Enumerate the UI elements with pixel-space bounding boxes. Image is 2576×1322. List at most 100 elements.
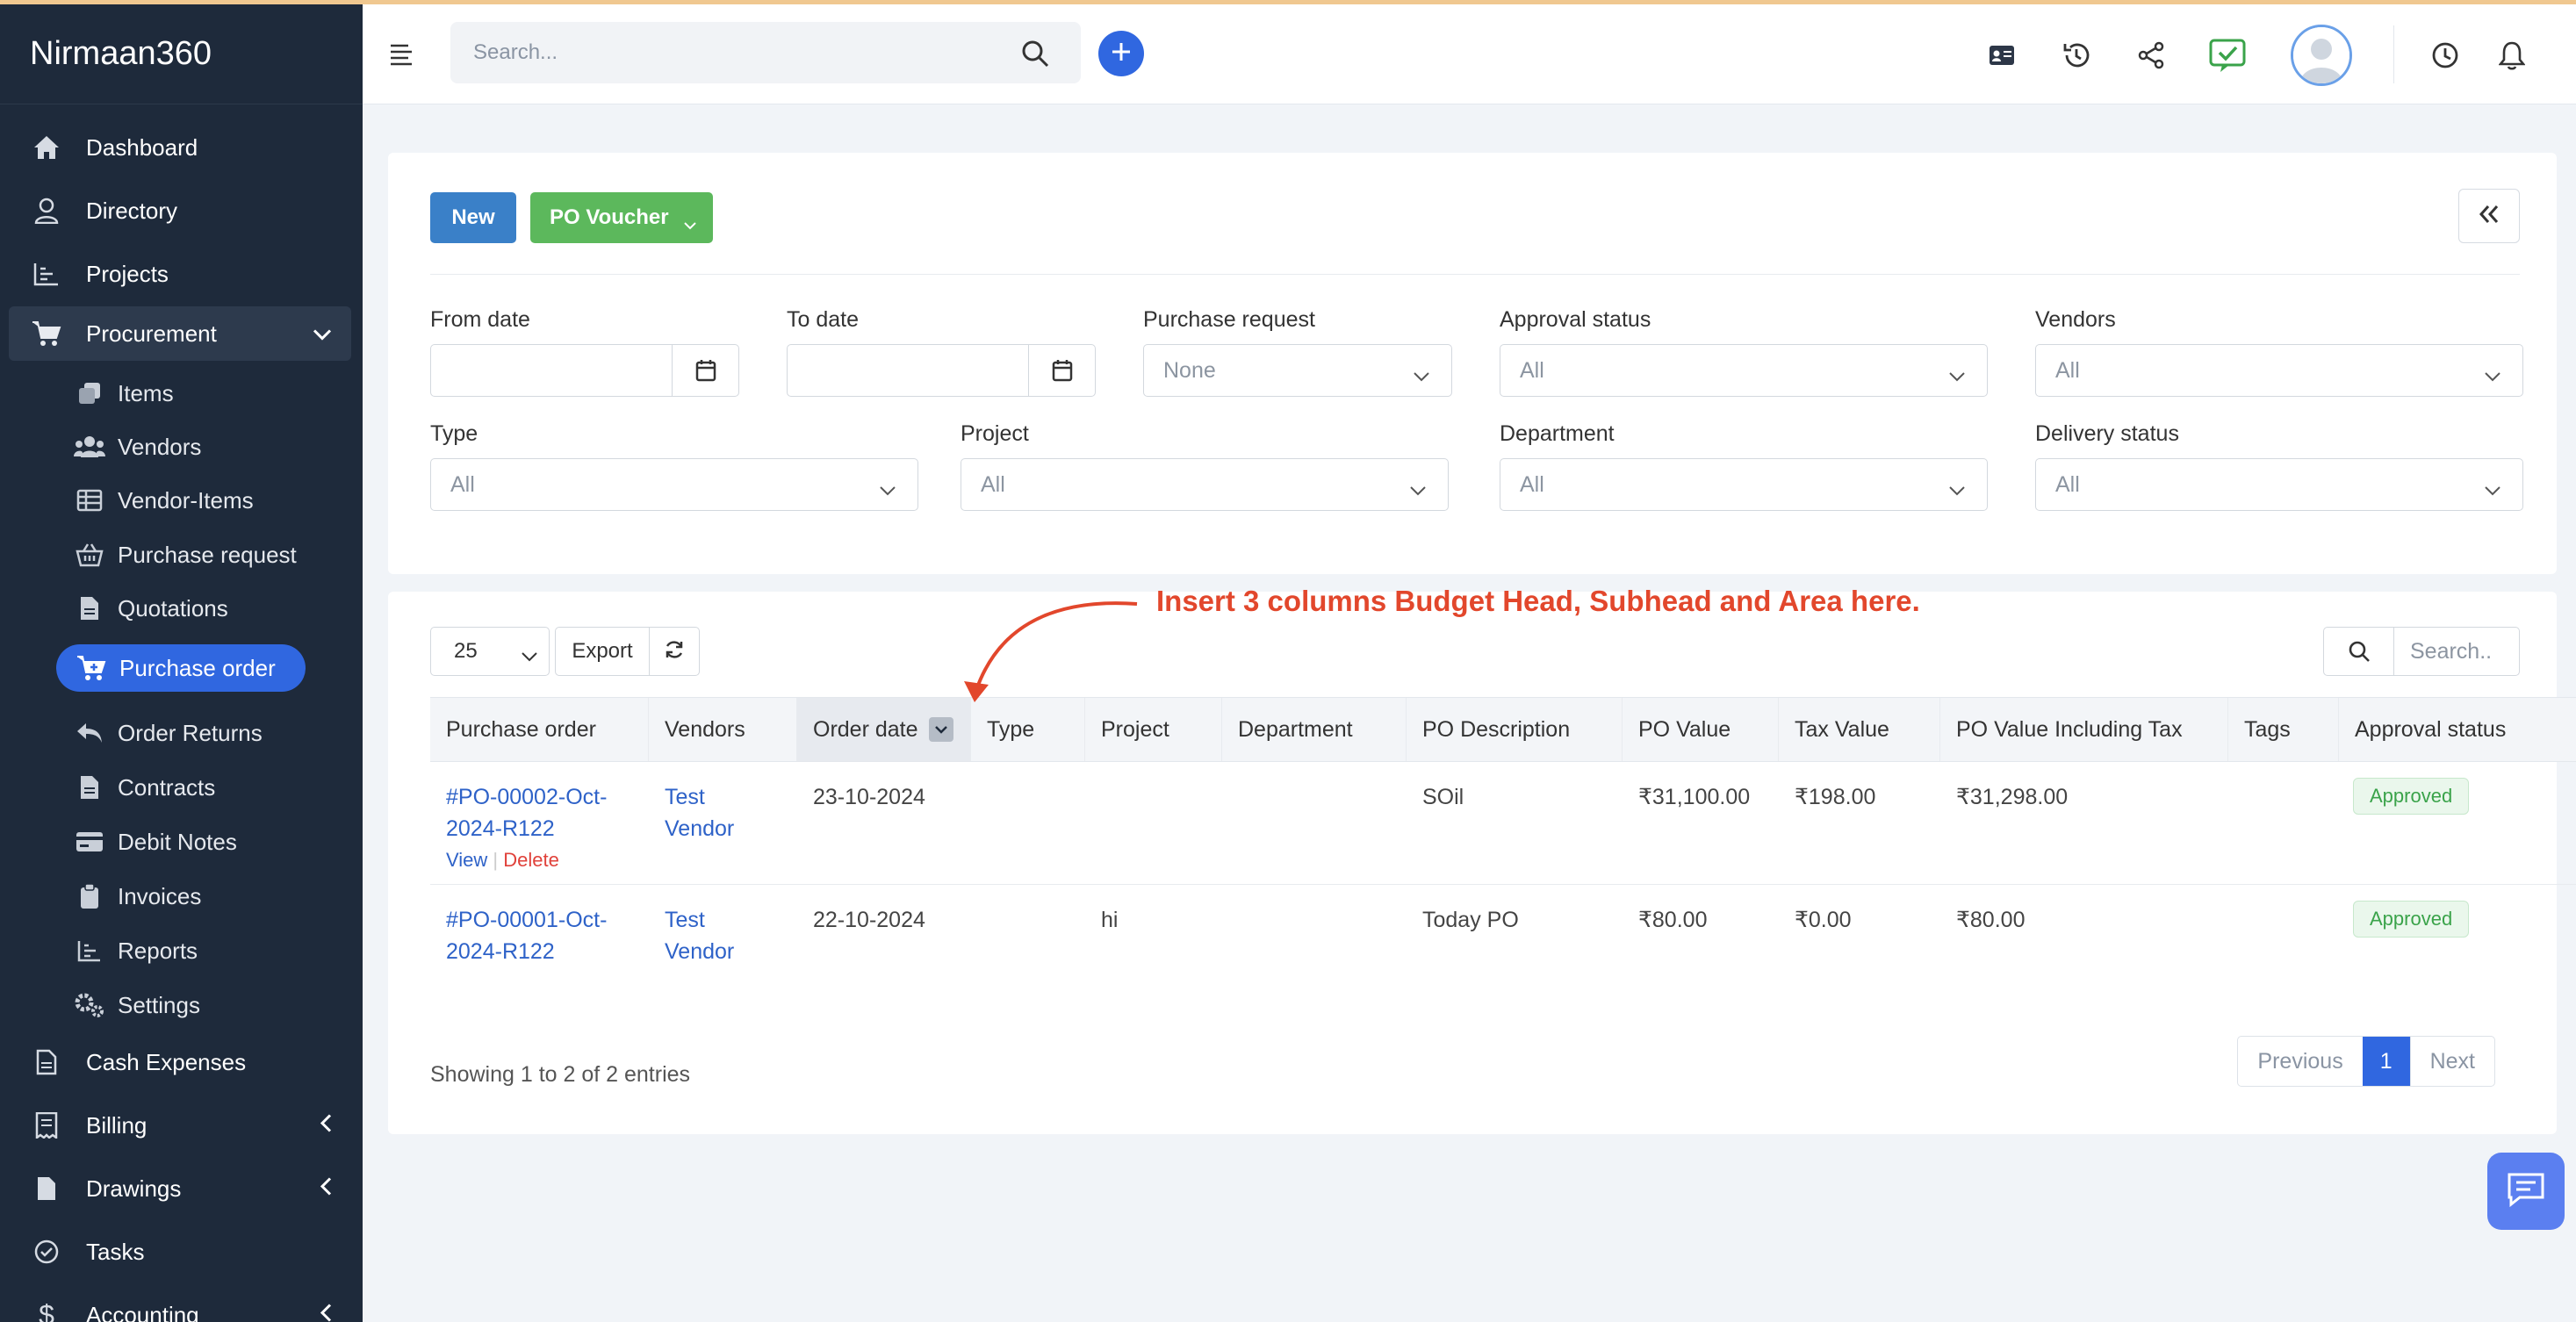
- column-header-purchase-order[interactable]: Purchase order: [430, 698, 649, 761]
- department-value: All: [1520, 471, 1544, 497]
- project-select[interactable]: All: [961, 458, 1449, 511]
- pagination-next[interactable]: Next: [2409, 1037, 2494, 1086]
- sidebar-item-label: Dashboard: [86, 133, 198, 161]
- sidebar-item-billing[interactable]: Billing: [9, 1102, 351, 1149]
- sidebar-item-drawings[interactable]: Drawings: [9, 1165, 351, 1212]
- sidebar-item-dashboard[interactable]: Dashboard: [9, 124, 351, 171]
- search-icon[interactable]: [2324, 628, 2394, 675]
- clock-icon[interactable]: [2428, 38, 2463, 73]
- department-select[interactable]: All: [1500, 458, 1988, 511]
- sidebar-subitem-invoices[interactable]: Invoices: [74, 876, 337, 916]
- calendar-icon[interactable]: [1028, 345, 1095, 396]
- approval-check-icon[interactable]: [2207, 35, 2248, 75]
- sidebar-item-procurement[interactable]: Procurement: [9, 306, 351, 361]
- chevron-down-icon: [683, 212, 697, 236]
- quick-add-button[interactable]: [1098, 31, 1144, 76]
- sidebar-item-cash-expenses[interactable]: Cash Expenses: [9, 1038, 351, 1086]
- sidebar-item-projects[interactable]: Projects: [9, 250, 351, 298]
- type-select[interactable]: All: [430, 458, 918, 511]
- purchase-request-select[interactable]: None: [1143, 344, 1452, 397]
- delete-link[interactable]: Delete: [503, 849, 559, 871]
- link-separator: |: [487, 849, 504, 871]
- table-search-input[interactable]: Search..: [2323, 627, 2520, 676]
- chat-widget-button[interactable]: [2487, 1153, 2565, 1230]
- description-cell: SOil: [1422, 785, 1464, 809]
- column-header-po-value-incl-tax[interactable]: PO Value Including Tax: [1940, 698, 2228, 761]
- dollar-icon: $: [39, 1298, 54, 1322]
- delivery-status-select[interactable]: All: [2035, 458, 2523, 511]
- history-icon[interactable]: [2059, 38, 2094, 73]
- panel-divider: [430, 274, 2520, 275]
- chevron-down-icon: [1948, 477, 1966, 502]
- column-header-tax-value[interactable]: Tax Value: [1779, 698, 1940, 761]
- po-value-incl-tax-cell: ₹31,298.00: [1956, 785, 2069, 809]
- new-button[interactable]: New: [430, 192, 516, 243]
- bell-icon[interactable]: [2494, 38, 2529, 73]
- table-info: Showing 1 to 2 of 2 entries: [430, 1062, 691, 1087]
- column-header-order-date[interactable]: Order date: [797, 698, 971, 761]
- user-avatar[interactable]: [2291, 25, 2352, 86]
- filter-panel: New PO Voucher From date To date Purchas…: [388, 153, 2557, 574]
- collapse-panel-button[interactable]: [2458, 189, 2520, 243]
- pagination-page-current[interactable]: 1: [2362, 1037, 2410, 1086]
- sidebar-subitem-purchase-order[interactable]: Purchase order: [56, 644, 306, 692]
- sidebar-subitem-purchase-request[interactable]: Purchase request: [74, 535, 337, 575]
- type-label: Type: [430, 421, 479, 446]
- global-search-input[interactable]: Search...: [450, 22, 1081, 83]
- annotation-arrow: [964, 601, 1138, 702]
- po-voucher-dropdown-button[interactable]: PO Voucher: [530, 192, 713, 243]
- search-icon[interactable]: [1021, 40, 1049, 74]
- column-header-tags[interactable]: Tags: [2228, 698, 2339, 761]
- plus-icon: [1111, 41, 1132, 67]
- sidebar-item-label: Cash Expenses: [86, 1048, 247, 1075]
- sidebar-subitem-vendor-items[interactable]: Vendor-Items: [74, 480, 337, 521]
- to-date-input[interactable]: [787, 344, 1096, 397]
- sidebar-subitem-contracts[interactable]: Contracts: [74, 767, 337, 808]
- chevron-left-icon: [320, 1175, 332, 1203]
- from-date-input[interactable]: [430, 344, 739, 397]
- sidebar-item-directory[interactable]: Directory: [9, 187, 351, 234]
- po-number-link[interactable]: #PO-00002-Oct- 2024-R122: [446, 781, 649, 844]
- po-number-link[interactable]: #PO-00001-Oct- 2024-R122: [446, 904, 649, 967]
- column-header-approval-status[interactable]: Approval status: [2339, 698, 2576, 761]
- sidebar-subitem-label: Debit Notes: [118, 828, 237, 855]
- column-header-department[interactable]: Department: [1222, 698, 1407, 761]
- file-icon: [28, 1044, 65, 1081]
- calendar-icon[interactable]: [672, 345, 738, 396]
- approval-status-select[interactable]: All: [1500, 344, 1988, 397]
- sidebar-subitem-quotations[interactable]: Quotations: [74, 588, 337, 629]
- sidebar-subitem-debit-notes[interactable]: Debit Notes: [74, 822, 337, 862]
- sidebar-subitem-reports[interactable]: Reports: [74, 930, 337, 971]
- sidebar-subitem-settings[interactable]: Settings: [74, 985, 337, 1025]
- top-navbar: Search...: [363, 4, 2576, 104]
- column-header-vendors[interactable]: Vendors: [649, 698, 797, 761]
- menu-toggle-icon[interactable]: [389, 43, 414, 70]
- project-label: Project: [961, 421, 1029, 446]
- refresh-button[interactable]: [649, 627, 700, 676]
- sort-desc-icon[interactable]: [928, 717, 953, 742]
- page-length-select[interactable]: 25: [430, 627, 550, 676]
- vendor-link[interactable]: Test Vendor: [649, 781, 797, 844]
- pagination-previous[interactable]: Previous: [2238, 1037, 2362, 1086]
- chevron-down-icon: [1948, 363, 1966, 388]
- vendors-select[interactable]: All: [2035, 344, 2523, 397]
- sidebar-subitem-label: Vendor-Items: [118, 486, 254, 514]
- brand-logo[interactable]: Nirmaan360: [0, 4, 363, 104]
- id-card-icon[interactable]: [1984, 38, 2019, 73]
- sidebar-subitem-vendors[interactable]: Vendors: [74, 427, 337, 467]
- view-link[interactable]: View: [446, 849, 487, 871]
- chart-icon: [74, 935, 105, 966]
- sidebar-subitem-order-returns[interactable]: Order Returns: [74, 713, 337, 753]
- sidebar-subitem-items[interactable]: Items: [74, 373, 337, 413]
- column-header-po-value[interactable]: PO Value: [1623, 698, 1779, 761]
- user-icon: [28, 192, 65, 229]
- type-value: All: [450, 471, 475, 497]
- export-button[interactable]: Export: [555, 627, 650, 676]
- chevron-down-icon: [2484, 363, 2501, 388]
- column-header-po-description[interactable]: PO Description: [1407, 698, 1623, 761]
- sidebar-item-tasks[interactable]: Tasks: [9, 1228, 351, 1275]
- vendor-link[interactable]: Test Vendor: [649, 904, 797, 967]
- sidebar-item-accounting[interactable]: $ Accounting: [9, 1291, 351, 1322]
- share-icon[interactable]: [2133, 38, 2169, 73]
- table-row: #PO-00002-Oct- 2024-R122 View | Delete Te…: [430, 762, 2576, 885]
